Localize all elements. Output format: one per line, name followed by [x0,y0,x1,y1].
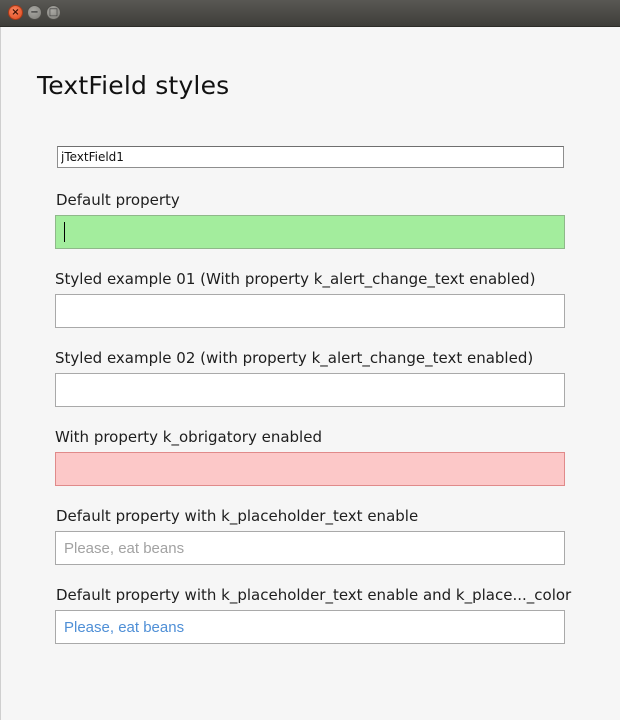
styled-example-02-label: Styled example 02 (with property k_alert… [55,349,534,367]
window-titlebar: × − □ [0,0,620,27]
obrigatory-input[interactable] [55,452,565,486]
maximize-window-button[interactable]: □ [46,5,61,20]
default-property-label: Default property [56,191,180,209]
jtextfield1-input[interactable] [57,146,564,168]
text-caret [64,222,65,242]
placeholder-color-input[interactable] [55,610,565,644]
obrigatory-label: With property k_obrigatory enabled [55,428,322,446]
styled-example-01-label: Styled example 01 (With property k_alert… [55,270,536,288]
styled-example-01-input[interactable] [55,294,565,328]
minimize-window-button[interactable]: − [27,5,42,20]
placeholder-color-label: Default property with k_placeholder_text… [56,586,572,604]
styled-example-02-input[interactable] [55,373,565,407]
page-title: TextField styles [37,71,230,100]
window-border [0,27,1,720]
close-window-button[interactable]: × [8,5,23,20]
default-property-input[interactable] [55,215,565,249]
placeholder-text-label: Default property with k_placeholder_text… [56,507,419,525]
placeholder-text-input[interactable] [55,531,565,565]
